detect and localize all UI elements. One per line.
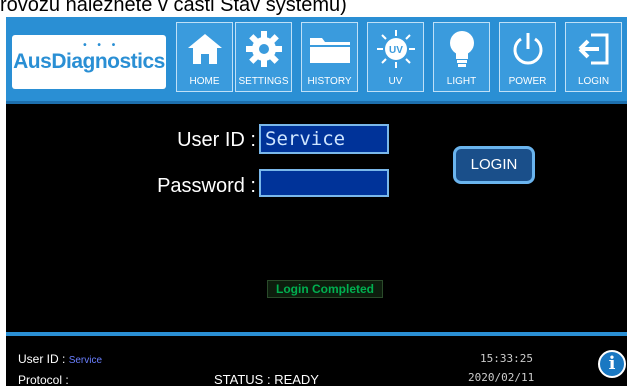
nav-uv-label: UV [388, 76, 403, 87]
nav-light-label: LIGHT [446, 76, 477, 87]
lightbulb-icon [434, 29, 489, 69]
login-button[interactable]: LOGIN [453, 146, 535, 184]
password-label: Password : [157, 175, 256, 197]
nav-history-button[interactable]: HISTORY [301, 22, 358, 92]
svg-text:UV: UV [389, 45, 403, 56]
top-toolbar: • • • AusDiagnostics HOME SETTINGS HISTO… [6, 17, 627, 104]
info-icon[interactable]: i [598, 350, 626, 378]
nav-light-button[interactable]: LIGHT [433, 22, 490, 92]
footer-user-id-value: Service [68, 355, 103, 366]
brand-name: AusDiagnostics [13, 50, 165, 73]
user-id-label: User ID : [177, 129, 256, 151]
footer-protocol: Protocol : [18, 373, 69, 387]
user-id-field[interactable]: Service [259, 124, 389, 154]
nav-uv-button[interactable]: UV UV [367, 22, 424, 92]
clock-time: 15:33:25 [480, 352, 533, 365]
gear-icon [236, 29, 291, 69]
status-footer: User ID : Service Protocol : STATUS : RE… [6, 336, 627, 387]
brand-logo: • • • AusDiagnostics [12, 35, 166, 89]
nav-login-label: LOGIN [577, 76, 610, 87]
device-screen: • • • AusDiagnostics HOME SETTINGS HISTO… [6, 17, 627, 387]
password-field[interactable] [259, 169, 389, 197]
nav-settings-button[interactable]: SETTINGS [235, 22, 292, 92]
home-icon [177, 29, 232, 69]
uv-lamp-icon: UV [368, 29, 423, 69]
nav-home-label: HOME [189, 76, 220, 87]
nav-power-label: POWER [508, 76, 547, 87]
footer-user-id: User ID : Service [18, 352, 102, 366]
nav-power-button[interactable]: POWER [499, 22, 556, 92]
nav-login-button[interactable]: LOGIN [565, 22, 622, 92]
system-status: STATUS : READY [214, 372, 319, 387]
footer-user-id-label: User ID : [18, 352, 66, 366]
login-icon [566, 29, 621, 69]
folder-icon [302, 29, 357, 69]
nav-settings-label: SETTINGS [238, 76, 289, 87]
document-caption: rovozu naleznete v části Stav systému) [0, 0, 347, 16]
power-icon [500, 29, 555, 69]
footer-protocol-label: Protocol : [18, 373, 69, 387]
login-status-message: Login Completed [267, 280, 383, 298]
clock-date: 2020/02/11 [468, 371, 535, 384]
nav-history-label: HISTORY [307, 76, 352, 87]
nav-home-button[interactable]: HOME [176, 22, 233, 92]
